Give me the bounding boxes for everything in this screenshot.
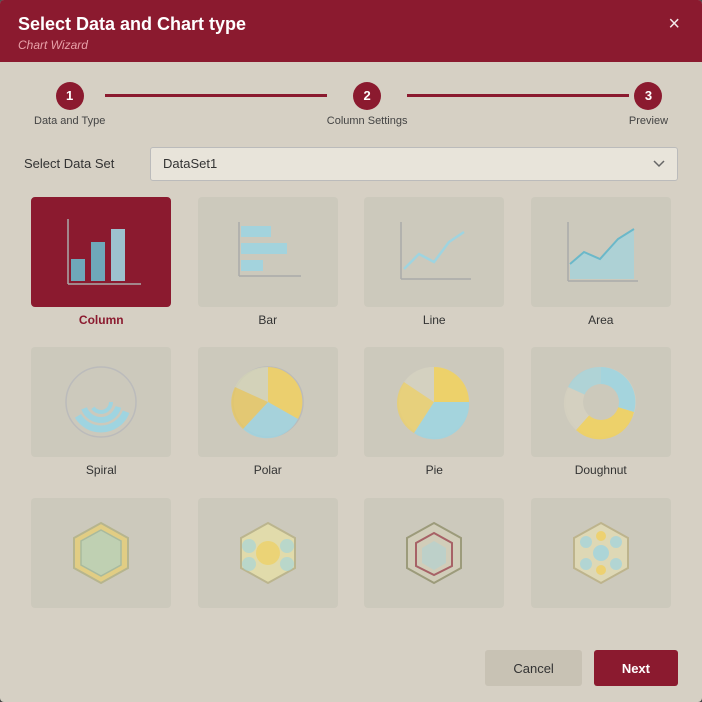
dialog-subtitle: Chart Wizard — [18, 38, 246, 52]
step-line-1 — [105, 94, 326, 97]
dialog-title: Select Data and Chart type — [18, 14, 246, 36]
chart-label-column: Column — [79, 313, 124, 327]
title-bar: Select Data and Chart type Chart Wizard … — [0, 0, 702, 62]
dataset-label: Select Data Set — [24, 156, 134, 171]
chart-thumb-hex3 — [364, 498, 504, 608]
step-1-group: 1 Data and Type — [34, 82, 105, 127]
chart-item-bar[interactable]: Bar — [191, 197, 346, 335]
chart-item-hex1[interactable] — [24, 498, 179, 622]
chart-label-area: Area — [588, 313, 613, 327]
chart-label-pie: Pie — [426, 463, 443, 477]
chart-thumb-doughnut — [531, 347, 671, 457]
stepper: 1 Data and Type 2 Column Settings 3 Prev… — [24, 82, 678, 127]
chart-thumb-bar — [198, 197, 338, 307]
close-button[interactable]: × — [664, 14, 684, 34]
chart-thumb-polar — [198, 347, 338, 457]
chart-item-hex2[interactable] — [191, 498, 346, 622]
chart-item-doughnut[interactable]: Doughnut — [524, 347, 679, 485]
title-bar-left: Select Data and Chart type Chart Wizard — [18, 14, 246, 52]
chart-item-hex4[interactable] — [524, 498, 679, 622]
cancel-button[interactable]: Cancel — [485, 650, 581, 686]
chart-item-hex3[interactable] — [357, 498, 512, 622]
step-2-label: Column Settings — [327, 115, 408, 127]
step-2-circle: 2 — [353, 82, 381, 110]
next-button[interactable]: Next — [594, 650, 678, 686]
chart-grid: Column Bar — [24, 197, 678, 622]
step-2-group: 2 Column Settings — [327, 82, 408, 127]
chart-item-spiral[interactable]: Spiral — [24, 347, 179, 485]
chart-thumb-hex2 — [198, 498, 338, 608]
chart-thumb-area — [531, 197, 671, 307]
chart-thumb-hex4 — [531, 498, 671, 608]
dataset-select[interactable]: DataSet1 — [150, 147, 678, 181]
step-line-2 — [407, 94, 628, 97]
step-1-label: Data and Type — [34, 115, 105, 127]
footer: Cancel Next — [0, 638, 702, 702]
chart-thumb-column — [31, 197, 171, 307]
chart-item-line[interactable]: Line — [357, 197, 512, 335]
chart-wizard-dialog: Select Data and Chart type Chart Wizard … — [0, 0, 702, 702]
chart-item-polar[interactable]: Polar — [191, 347, 346, 485]
chart-label-spiral: Spiral — [86, 463, 117, 477]
dataset-row: Select Data Set DataSet1 — [24, 147, 678, 181]
chart-item-column[interactable]: Column — [24, 197, 179, 335]
chart-label-doughnut: Doughnut — [575, 463, 627, 477]
step-1-circle: 1 — [56, 82, 84, 110]
content-area: 1 Data and Type 2 Column Settings 3 Prev… — [0, 62, 702, 638]
chart-label-polar: Polar — [254, 463, 282, 477]
chart-item-area[interactable]: Area — [524, 197, 679, 335]
chart-thumb-spiral — [31, 347, 171, 457]
chart-thumb-line — [364, 197, 504, 307]
chart-label-line: Line — [423, 313, 446, 327]
step-3-group: 3 Preview — [629, 82, 668, 127]
step-3-circle: 3 — [634, 82, 662, 110]
chart-thumb-hex1 — [31, 498, 171, 608]
step-3-label: Preview — [629, 115, 668, 127]
chart-label-bar: Bar — [258, 313, 277, 327]
chart-item-pie[interactable]: Pie — [357, 347, 512, 485]
chart-thumb-pie — [364, 347, 504, 457]
